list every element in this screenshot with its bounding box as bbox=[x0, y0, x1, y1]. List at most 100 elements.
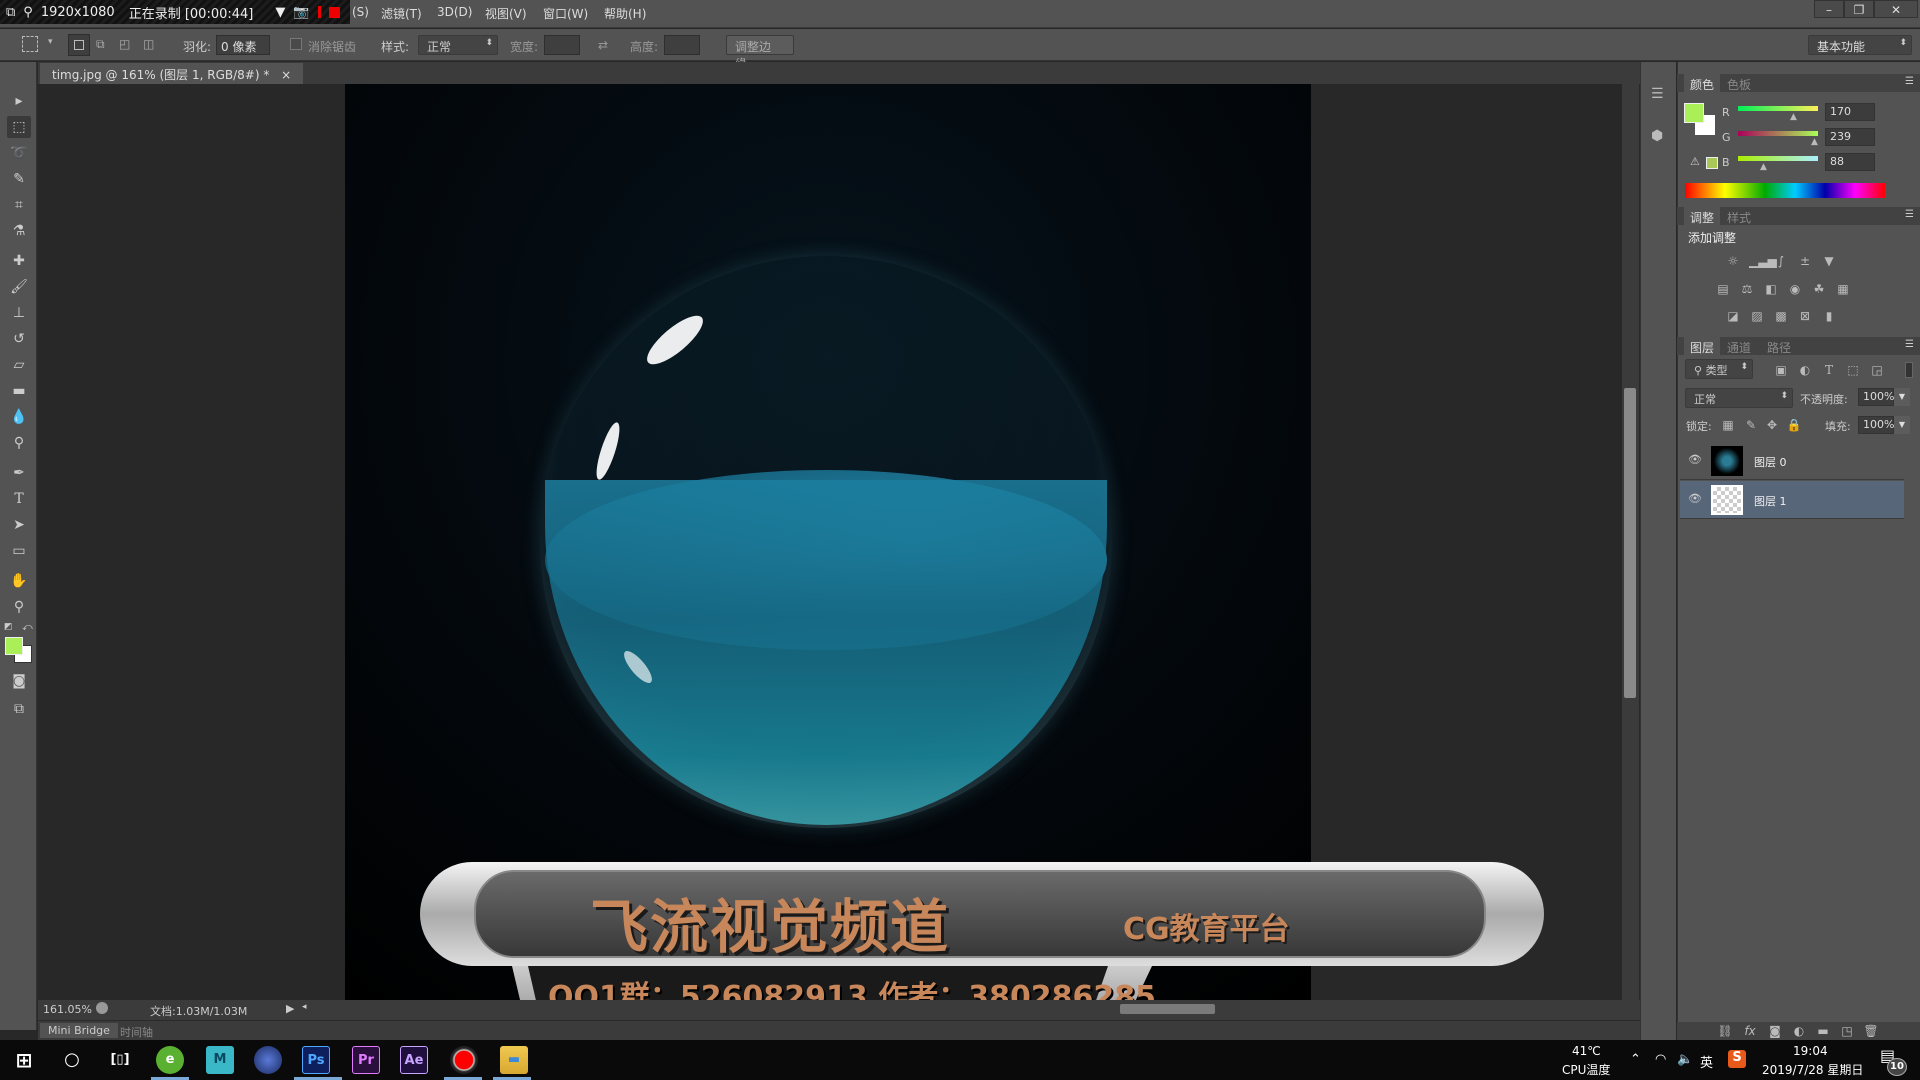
document-tab[interactable]: timg.jpg @ 161% (图层 1, RGB/8#) * × bbox=[40, 63, 304, 84]
eyedropper-tool-icon[interactable]: ⚗ bbox=[7, 220, 31, 242]
panel-menu-icon[interactable]: ☰ bbox=[1905, 209, 1914, 220]
filter-shape-icon[interactable]: ⬚ bbox=[1845, 363, 1861, 377]
tray-chevron-up-icon[interactable]: ⌃ bbox=[1630, 1052, 1641, 1067]
eraser-tool-icon[interactable]: ▱ bbox=[7, 354, 31, 376]
filter-adjustment-icon[interactable]: ◐ bbox=[1797, 363, 1813, 377]
ime-indicator[interactable]: 英 bbox=[1700, 1052, 1713, 1071]
tab-paths[interactable]: 路径 bbox=[1761, 337, 1797, 358]
recorder-app-icon[interactable] bbox=[450, 1046, 478, 1074]
zoom-tool-icon[interactable]: ⚲ bbox=[7, 596, 31, 618]
exposure-icon[interactable]: ± bbox=[1797, 254, 1813, 268]
gamut-swatch[interactable] bbox=[1706, 157, 1718, 169]
menu-select[interactable]: (S) bbox=[352, 5, 369, 19]
hue-saturation-icon[interactable]: ▤ bbox=[1715, 282, 1731, 296]
fill-input[interactable]: 100% bbox=[1858, 416, 1894, 434]
new-selection-button[interactable] bbox=[68, 34, 90, 56]
add-mask-icon[interactable]: ◙ bbox=[1767, 1024, 1783, 1038]
filter-pixel-icon[interactable]: ▣ bbox=[1773, 363, 1789, 377]
lock-all-icon[interactable]: 🔒 bbox=[1786, 418, 1802, 432]
g-input[interactable]: 239 bbox=[1825, 128, 1875, 146]
g-slider[interactable] bbox=[1738, 131, 1818, 136]
lasso-tool-icon[interactable]: ➰ bbox=[7, 142, 31, 164]
gradient-tool-icon[interactable]: ▬ bbox=[7, 380, 31, 402]
new-adjustment-layer-icon[interactable]: ◐ bbox=[1791, 1024, 1807, 1038]
task-view-icon[interactable]: [▯] bbox=[106, 1046, 134, 1074]
lock-transparent-icon[interactable]: ▦ bbox=[1720, 418, 1736, 432]
tab-channels[interactable]: 通道 bbox=[1721, 337, 1757, 358]
r-input[interactable]: 170 bbox=[1825, 103, 1875, 121]
scroll-left-icon[interactable]: ◂ bbox=[302, 1002, 307, 1012]
menu-help[interactable]: 帮助(H) bbox=[604, 5, 646, 22]
black-white-icon[interactable]: ◧ bbox=[1763, 282, 1779, 296]
tab-adjustments[interactable]: 调整 bbox=[1684, 207, 1721, 228]
tab-mini-bridge[interactable]: Mini Bridge bbox=[40, 1023, 118, 1038]
brush-tool-icon[interactable]: 🖌 bbox=[7, 276, 31, 298]
layer-name[interactable]: 图层 1 bbox=[1754, 493, 1787, 509]
after-effects-icon[interactable]: Ae bbox=[400, 1046, 428, 1074]
link-layers-icon[interactable]: ⛓ bbox=[1717, 1024, 1733, 1038]
quick-selection-tool-icon[interactable]: ✎ bbox=[7, 168, 31, 190]
foreground-color-swatch[interactable] bbox=[1684, 103, 1704, 123]
stamp-tool-icon[interactable]: ⊥ bbox=[7, 302, 31, 324]
windows-start-icon[interactable]: ⊞ bbox=[10, 1046, 38, 1074]
b-input[interactable]: 88 bbox=[1825, 153, 1875, 171]
posterize-icon[interactable]: ▨ bbox=[1749, 309, 1765, 323]
history-panel-icon[interactable]: ☰ bbox=[1651, 86, 1664, 102]
tab-close-icon[interactable]: × bbox=[281, 68, 291, 82]
layer-name[interactable]: 图层 0 bbox=[1754, 454, 1787, 470]
dropdown-icon[interactable]: ▼ bbox=[275, 5, 285, 20]
tab-styles[interactable]: 样式 bbox=[1721, 207, 1757, 228]
opacity-input[interactable]: 100% bbox=[1858, 388, 1894, 406]
photo-filter-icon[interactable]: ◉ bbox=[1787, 282, 1803, 296]
vibrance-icon[interactable]: ▼ bbox=[1821, 254, 1837, 268]
vertical-scroll-thumb[interactable] bbox=[1624, 388, 1636, 698]
trash-icon[interactable]: 🗑 bbox=[1863, 1024, 1879, 1038]
fx-icon[interactable]: fx bbox=[1742, 1024, 1758, 1038]
tab-layers[interactable]: 图层 bbox=[1684, 337, 1721, 358]
color-lookup-icon[interactable]: ▦ bbox=[1835, 282, 1851, 296]
photoshop-icon[interactable]: Ps bbox=[302, 1046, 330, 1074]
default-colors-icon[interactable]: ◩ bbox=[4, 622, 13, 632]
opacity-dropdown-icon[interactable]: ▼ bbox=[1894, 388, 1910, 406]
visibility-eye-icon[interactable]: 👁 bbox=[1688, 492, 1702, 505]
channel-mixer-icon[interactable]: ☘ bbox=[1811, 282, 1827, 296]
crop-tool-icon[interactable]: ⌗ bbox=[7, 194, 31, 216]
b-slider-handle[interactable]: ▲ bbox=[1760, 162, 1767, 172]
levels-icon[interactable]: ▁▃▅ bbox=[1749, 254, 1777, 268]
close-button[interactable]: ✕ bbox=[1874, 0, 1918, 18]
screen-mode-icon[interactable]: ⧉ bbox=[7, 698, 31, 720]
3d-panel-icon[interactable]: ⬢ bbox=[1651, 128, 1663, 144]
refine-edge-button[interactable]: 调整边缘... bbox=[726, 35, 794, 71]
panel-menu-icon[interactable]: ☰ bbox=[1905, 339, 1914, 350]
intersect-selection-button[interactable]: ◫ bbox=[143, 37, 154, 51]
b-slider[interactable] bbox=[1738, 156, 1818, 161]
shape-tool-icon[interactable]: ▭ bbox=[7, 540, 31, 562]
sogou-ime-icon[interactable]: S bbox=[1728, 1050, 1746, 1068]
clock-time[interactable]: 19:04 bbox=[1793, 1044, 1828, 1058]
swap-icon[interactable]: ⇄ bbox=[598, 38, 608, 52]
fill-dropdown-icon[interactable]: ▼ bbox=[1894, 416, 1910, 434]
workspace-select[interactable]: 基本功能 ⬍ bbox=[1808, 35, 1912, 55]
menu-3d[interactable]: 3D(D) bbox=[437, 5, 472, 19]
new-layer-icon[interactable]: ◳ bbox=[1839, 1024, 1855, 1038]
marquee-icon[interactable] bbox=[22, 36, 38, 52]
selective-color-icon[interactable]: ⊠ bbox=[1797, 309, 1813, 323]
color-spectrum[interactable] bbox=[1685, 183, 1885, 198]
antialias-checkbox[interactable] bbox=[290, 38, 302, 50]
pause-icon[interactable] bbox=[317, 6, 321, 18]
style-select[interactable]: 正常 ⬍ bbox=[418, 35, 498, 55]
add-selection-button[interactable]: ⧉ bbox=[96, 37, 105, 52]
r-slider-handle[interactable]: ▲ bbox=[1790, 112, 1797, 122]
wifi-icon[interactable]: ◠ bbox=[1655, 1052, 1666, 1067]
search-icon[interactable]: ⚲ bbox=[23, 5, 33, 20]
quick-mask-icon[interactable]: ◙ bbox=[7, 670, 31, 692]
blur-tool-icon[interactable]: 💧 bbox=[7, 406, 31, 428]
cortana-icon[interactable]: ○ bbox=[58, 1046, 86, 1074]
restore-button[interactable]: ❐ bbox=[1844, 0, 1874, 18]
blend-mode-select[interactable]: 正常 ⬍ bbox=[1685, 388, 1793, 408]
type-tool-icon[interactable]: T bbox=[7, 488, 31, 510]
visibility-eye-icon[interactable]: 👁 bbox=[1688, 453, 1702, 466]
g-slider-handle[interactable]: ▲ bbox=[1811, 137, 1818, 147]
new-group-icon[interactable]: ▬ bbox=[1815, 1024, 1831, 1038]
swap-colors-icon[interactable]: ⤺ bbox=[22, 622, 33, 633]
